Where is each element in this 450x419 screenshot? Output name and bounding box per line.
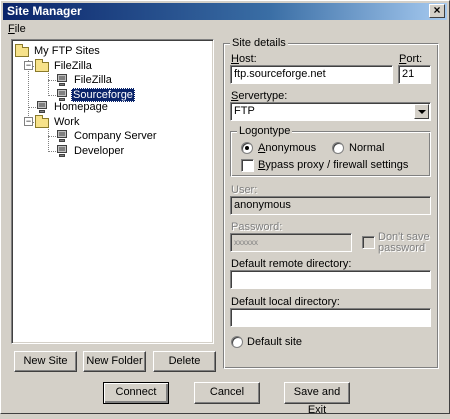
computer-icon bbox=[54, 73, 70, 87]
close-icon: × bbox=[433, 3, 441, 17]
port-input[interactable]: 21 bbox=[398, 65, 431, 84]
remote-dir-input[interactable] bbox=[230, 270, 431, 289]
tree-item-site-developer[interactable]: Developer bbox=[54, 144, 204, 158]
local-dir-input[interactable] bbox=[230, 308, 431, 327]
normal-radio[interactable] bbox=[332, 142, 344, 154]
user-value: anonymous bbox=[234, 199, 291, 211]
menu-file[interactable]: File bbox=[8, 22, 26, 36]
site-manager-window: Site Manager × File My FTP Sites − FileZ… bbox=[0, 0, 450, 416]
tree-item-root[interactable]: My FTP Sites bbox=[14, 44, 204, 58]
close-button[interactable]: × bbox=[429, 4, 445, 18]
site-tree[interactable]: My FTP Sites − FileZilla FileZilla Sourc… bbox=[11, 39, 214, 344]
tree-line bbox=[48, 129, 49, 152]
new-folder-label: New Folder bbox=[86, 355, 143, 367]
computer-icon bbox=[34, 100, 50, 114]
new-site-label: New Site bbox=[23, 355, 68, 367]
computer-icon bbox=[54, 129, 70, 143]
dont-save-label-2: password bbox=[378, 242, 426, 254]
tree-item-label: Work bbox=[54, 116, 80, 128]
window-title: Site Manager bbox=[7, 4, 82, 18]
delete-label: Delete bbox=[168, 355, 201, 367]
bypass-proxy-checkbox[interactable] bbox=[241, 159, 254, 172]
password-input[interactable]: xxxxxx bbox=[230, 233, 352, 252]
connect-button[interactable]: Connect bbox=[103, 382, 169, 404]
password-value: xxxxxx bbox=[234, 238, 258, 247]
logontype-title: Logontype bbox=[237, 125, 293, 137]
site-details-title: Site details bbox=[230, 37, 288, 49]
host-input[interactable]: ftp.sourceforge.net bbox=[230, 65, 393, 84]
tree-line bbox=[48, 73, 49, 96]
save-and-exit-label: Save and Exit bbox=[293, 386, 341, 416]
tree-item-label: Homepage bbox=[54, 101, 108, 113]
computer-icon bbox=[54, 144, 70, 158]
tree-item-label: My FTP Sites bbox=[34, 45, 100, 57]
title-bar[interactable]: Site Manager × bbox=[3, 3, 447, 20]
default-site-label[interactable]: Default site bbox=[247, 336, 302, 349]
save-and-exit-button[interactable]: Save and Exit bbox=[284, 382, 350, 416]
port-value: 21 bbox=[402, 68, 415, 80]
menu-bar: File bbox=[3, 21, 447, 37]
user-input[interactable]: anonymous bbox=[230, 196, 431, 215]
new-site-button[interactable]: New Site bbox=[14, 351, 77, 372]
dont-save-password-checkbox[interactable] bbox=[362, 236, 375, 249]
folder-icon bbox=[34, 59, 50, 73]
bypass-proxy-label[interactable]: Bypass proxy / firewall settings bbox=[258, 159, 408, 172]
tree-item-label: FileZilla bbox=[74, 74, 112, 86]
tree-item-site-company-server[interactable]: Company Server bbox=[54, 129, 204, 143]
default-site-radio[interactable] bbox=[231, 336, 243, 348]
tree-item-site-homepage[interactable]: Homepage bbox=[34, 100, 204, 114]
normal-label[interactable]: Normal bbox=[349, 142, 384, 155]
anonymous-label[interactable]: Anonymous bbox=[258, 142, 316, 155]
anonymous-radio[interactable] bbox=[241, 142, 253, 154]
servertype-select[interactable]: FTP bbox=[230, 102, 431, 121]
chevron-down-icon[interactable] bbox=[414, 104, 429, 119]
new-folder-button[interactable]: New Folder bbox=[83, 351, 146, 372]
tree-item-site-filezilla[interactable]: FileZilla bbox=[54, 73, 204, 87]
folder-open-icon bbox=[14, 44, 30, 58]
host-value: ftp.sourceforge.net bbox=[234, 68, 326, 80]
cancel-label: Cancel bbox=[209, 386, 245, 398]
tree-item-label: FileZilla bbox=[54, 60, 92, 72]
tree-item-folder-work[interactable]: Work bbox=[34, 115, 204, 129]
cancel-button[interactable]: Cancel bbox=[194, 382, 260, 404]
folder-icon bbox=[34, 115, 50, 129]
collapse-icon[interactable]: − bbox=[24, 61, 33, 70]
tree-item-label: Company Server bbox=[74, 130, 157, 142]
tree-item-folder-filezilla[interactable]: FileZilla bbox=[34, 59, 204, 73]
tree-item-label: Developer bbox=[74, 145, 125, 157]
collapse-icon[interactable]: − bbox=[24, 117, 33, 126]
connect-label: Connect bbox=[115, 386, 157, 398]
delete-button[interactable]: Delete bbox=[153, 351, 216, 372]
servertype-value: FTP bbox=[234, 105, 255, 117]
